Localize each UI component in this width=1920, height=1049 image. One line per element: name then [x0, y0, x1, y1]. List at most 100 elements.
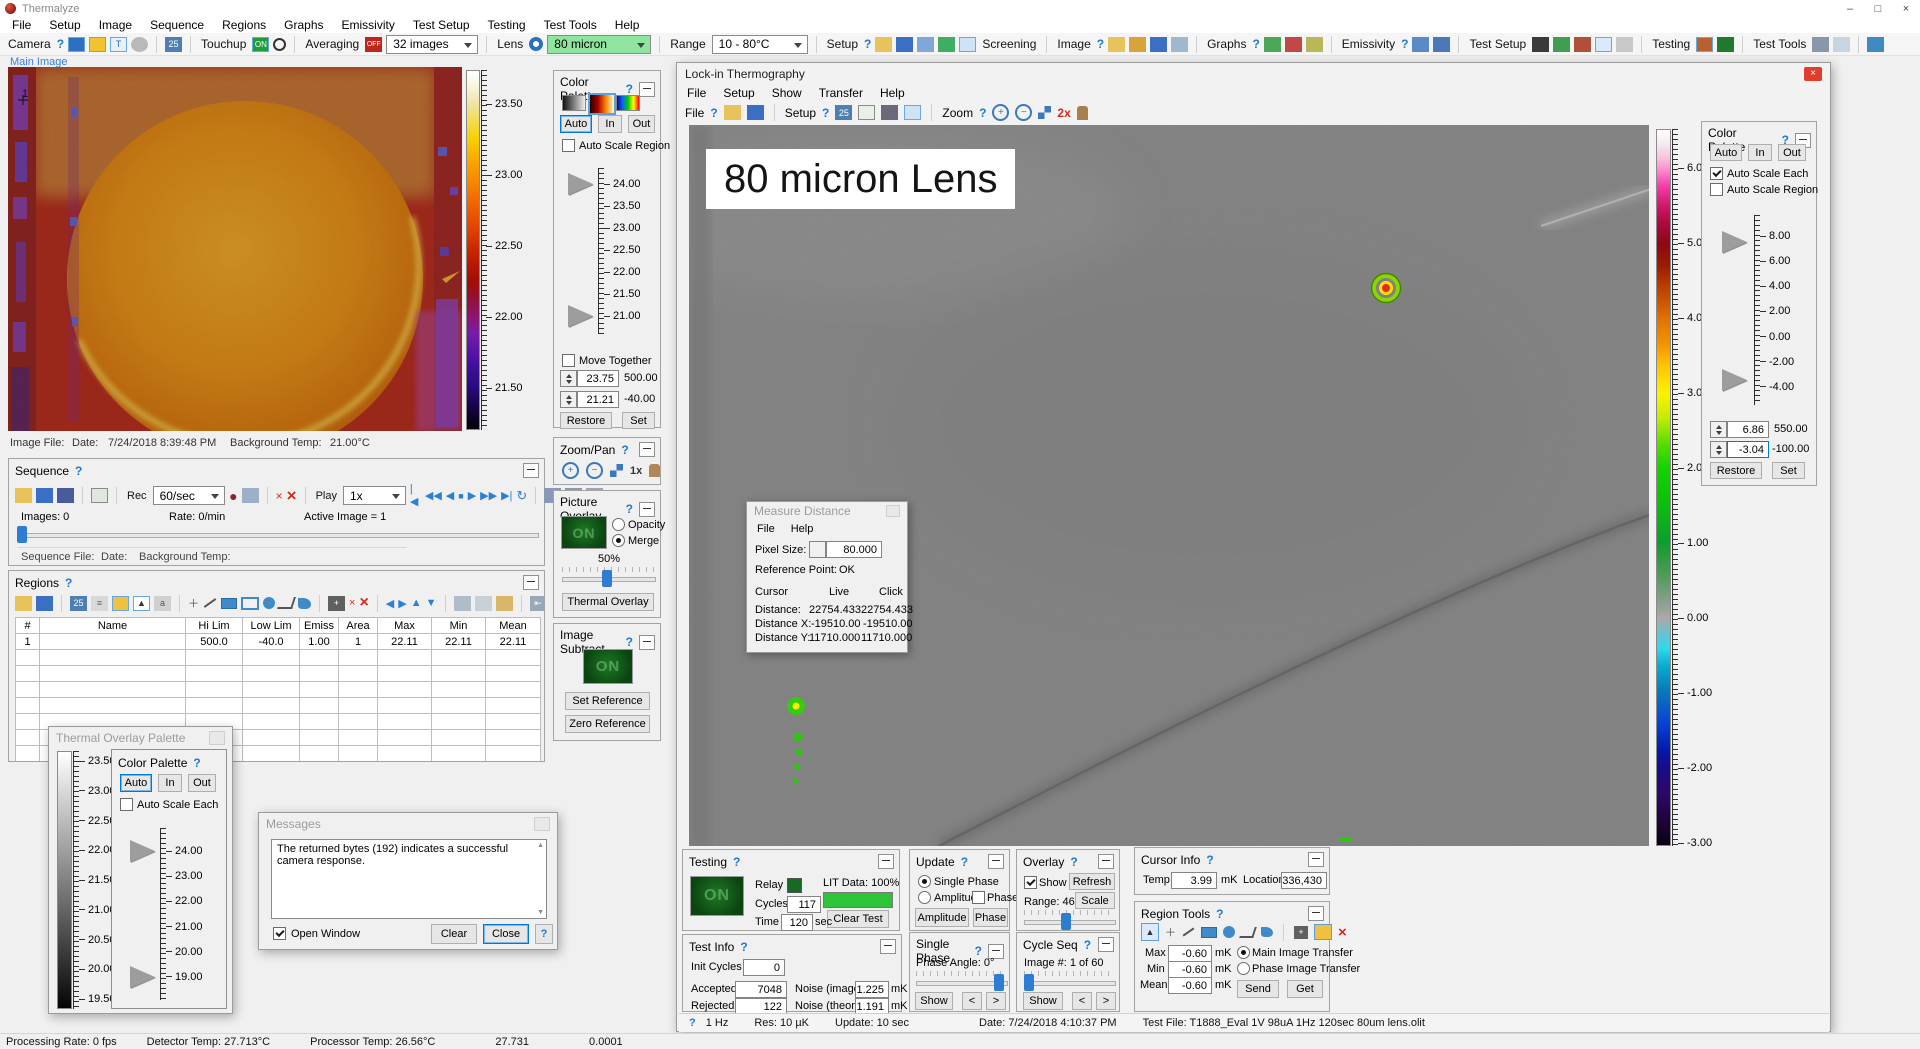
rt-send-button[interactable]: Send	[1237, 980, 1279, 998]
record-options-icon[interactable]	[242, 488, 259, 503]
rt-polyline-icon[interactable]	[1239, 927, 1257, 938]
paste-icon[interactable]	[496, 596, 513, 611]
lockin-auto-scale-region-checkbox[interactable]	[1710, 183, 1723, 196]
lockin-save-icon[interactable]	[747, 105, 764, 120]
rewind-icon[interactable]: ◀◀	[425, 489, 442, 502]
rt-line-icon[interactable]	[1183, 927, 1195, 936]
range-select[interactable]: 10 - 80°C	[712, 35, 808, 54]
lockin-palette-high-handle[interactable]	[1722, 231, 1747, 253]
cursor-location-field[interactable]: 336,430	[1281, 872, 1327, 889]
region-rect-icon[interactable]	[221, 598, 237, 609]
cycle-seq-collapse-button[interactable]	[1098, 937, 1114, 952]
overlay-high-handle[interactable]	[130, 840, 155, 862]
overlay-range-thumb[interactable]	[1061, 913, 1071, 930]
messages-close-button[interactable]: Close	[483, 924, 529, 944]
lockin-menu-item[interactable]: Help	[880, 86, 905, 100]
open-window-checkbox[interactable]	[273, 927, 286, 940]
scroll-up-icon[interactable]: ▲	[537, 842, 544, 849]
stop-icon[interactable]: ■	[458, 491, 463, 501]
window-button[interactable]	[209, 731, 225, 745]
messages-titlebar[interactable]: Messages	[259, 813, 557, 834]
auto-scale-each-checkbox[interactable]	[120, 798, 133, 811]
picture-overlay-on-button[interactable]: ON	[561, 516, 607, 549]
fast-forward-icon[interactable]: ▶▶	[480, 489, 497, 502]
region-polyline-icon[interactable]	[277, 597, 296, 609]
rt-mean-field[interactable]: -0.60	[1168, 977, 1212, 994]
menu-item[interactable]: Image	[97, 18, 134, 32]
thermal-overlay-button[interactable]: Thermal Overlay	[562, 593, 654, 611]
image-subtract-help-icon[interactable]: ?	[626, 635, 633, 649]
setup-open-icon[interactable]	[875, 37, 892, 52]
graphs-help-icon[interactable]: ?	[1252, 37, 1259, 51]
cycle-seq-help-icon[interactable]: ?	[1084, 938, 1091, 952]
region-line-icon[interactable]	[204, 598, 217, 608]
region-delete-all-icon[interactable]: ×	[359, 594, 368, 612]
image-export-icon[interactable]	[1171, 37, 1188, 52]
lockin-overlay-collapse-button[interactable]	[1098, 854, 1114, 869]
testing-run-icon[interactable]	[1696, 37, 1713, 52]
fit-view-icon[interactable]	[610, 464, 623, 477]
sequence-collapse-button[interactable]	[523, 463, 539, 478]
minimize-button[interactable]: –	[1836, 1, 1864, 17]
overlay-show-checkbox[interactable]	[1024, 876, 1037, 889]
regions-list-icon[interactable]: ≡	[91, 596, 108, 611]
opacity-radio[interactable]	[612, 518, 625, 531]
play-speed-select[interactable]: 1x	[343, 486, 406, 505]
single-phase-prev-button[interactable]: <	[962, 992, 982, 1010]
delete-image-icon[interactable]: ×	[276, 489, 283, 503]
move-down-icon[interactable]: ▼	[426, 597, 437, 609]
messages-text-area[interactable]: The returned bytes (192) indicates a suc…	[271, 839, 547, 919]
menu-item[interactable]: Setup	[47, 18, 82, 32]
pixel-size-spinner[interactable]	[809, 541, 826, 558]
palette-auto-button[interactable]: Auto	[560, 115, 592, 133]
rt-min-field[interactable]: -0.60	[1168, 961, 1212, 978]
lockin-out-button[interactable]: Out	[1778, 144, 1806, 161]
setup-help-icon[interactable]: ?	[864, 37, 871, 51]
region-ellipse-icon[interactable]	[263, 597, 275, 609]
lockin-lo-value-field[interactable]: -3.04	[1727, 441, 1769, 458]
window-button[interactable]	[534, 817, 550, 831]
overlay-refresh-button[interactable]: Refresh	[1069, 873, 1115, 890]
palette-low-handle[interactable]	[568, 305, 593, 327]
lockin-setup-help-icon[interactable]: ?	[822, 106, 829, 120]
menu-item[interactable]: Sequence	[148, 18, 206, 32]
overlay-out-button[interactable]: Out	[188, 774, 216, 792]
emissivity-help-icon[interactable]: ?	[1401, 37, 1408, 51]
copy-icon[interactable]	[475, 596, 492, 611]
palette-in-button[interactable]: In	[598, 115, 622, 133]
main-thermal-image[interactable]: 1	[8, 67, 462, 431]
setup-transfer-icon[interactable]	[938, 37, 955, 52]
scroll-down-icon[interactable]: ▼	[537, 909, 544, 916]
skip-start-icon[interactable]: |◀	[410, 483, 421, 508]
camera-connect-icon[interactable]	[68, 37, 85, 52]
update-help-icon[interactable]: ?	[961, 855, 968, 869]
graphs-bar-icon[interactable]	[1285, 37, 1302, 52]
rt-ellipse-icon[interactable]	[1223, 926, 1235, 938]
move-left-icon[interactable]: ◀	[386, 597, 394, 610]
picture-overlay-help-icon[interactable]: ?	[626, 502, 633, 516]
paint-brush-icon[interactable]	[1867, 37, 1884, 52]
zoom-in-icon[interactable]: +	[562, 462, 579, 479]
menu-item[interactable]: Test Setup	[411, 18, 472, 32]
lockin-zoom-help-icon[interactable]: ?	[979, 106, 986, 120]
palette-restore-button[interactable]: Restore	[560, 412, 612, 429]
lockin-menu-item[interactable]: Show	[772, 86, 802, 100]
camera-lock-icon[interactable]	[131, 37, 148, 52]
rt-table-icon[interactable]	[1314, 924, 1332, 940]
palette-gray-swatch[interactable]	[562, 95, 586, 111]
loop-icon[interactable]: ↻	[516, 488, 527, 504]
menu-item[interactable]: Help	[613, 18, 642, 32]
move-together-checkbox[interactable]	[562, 354, 575, 367]
auto-scale-region-checkbox[interactable]	[562, 139, 575, 152]
pan-hand-icon[interactable]	[649, 464, 660, 477]
lo-value-field[interactable]: 21.21	[577, 391, 619, 408]
menu-item[interactable]: Graphs	[282, 18, 325, 32]
cut-icon[interactable]	[454, 596, 471, 611]
image-gallery-icon[interactable]	[1129, 37, 1146, 52]
averaging-off-icon[interactable]: OFF	[365, 37, 382, 52]
measure-menu-item[interactable]: File	[757, 523, 775, 535]
zero-reference-button[interactable]: Zero Reference	[565, 715, 650, 733]
lockin-close-button[interactable]: ×	[1804, 67, 1822, 81]
init-cycles-field[interactable]: 0	[743, 959, 785, 976]
lockin-titlebar[interactable]: Lock-in Thermography ×	[677, 63, 1830, 84]
